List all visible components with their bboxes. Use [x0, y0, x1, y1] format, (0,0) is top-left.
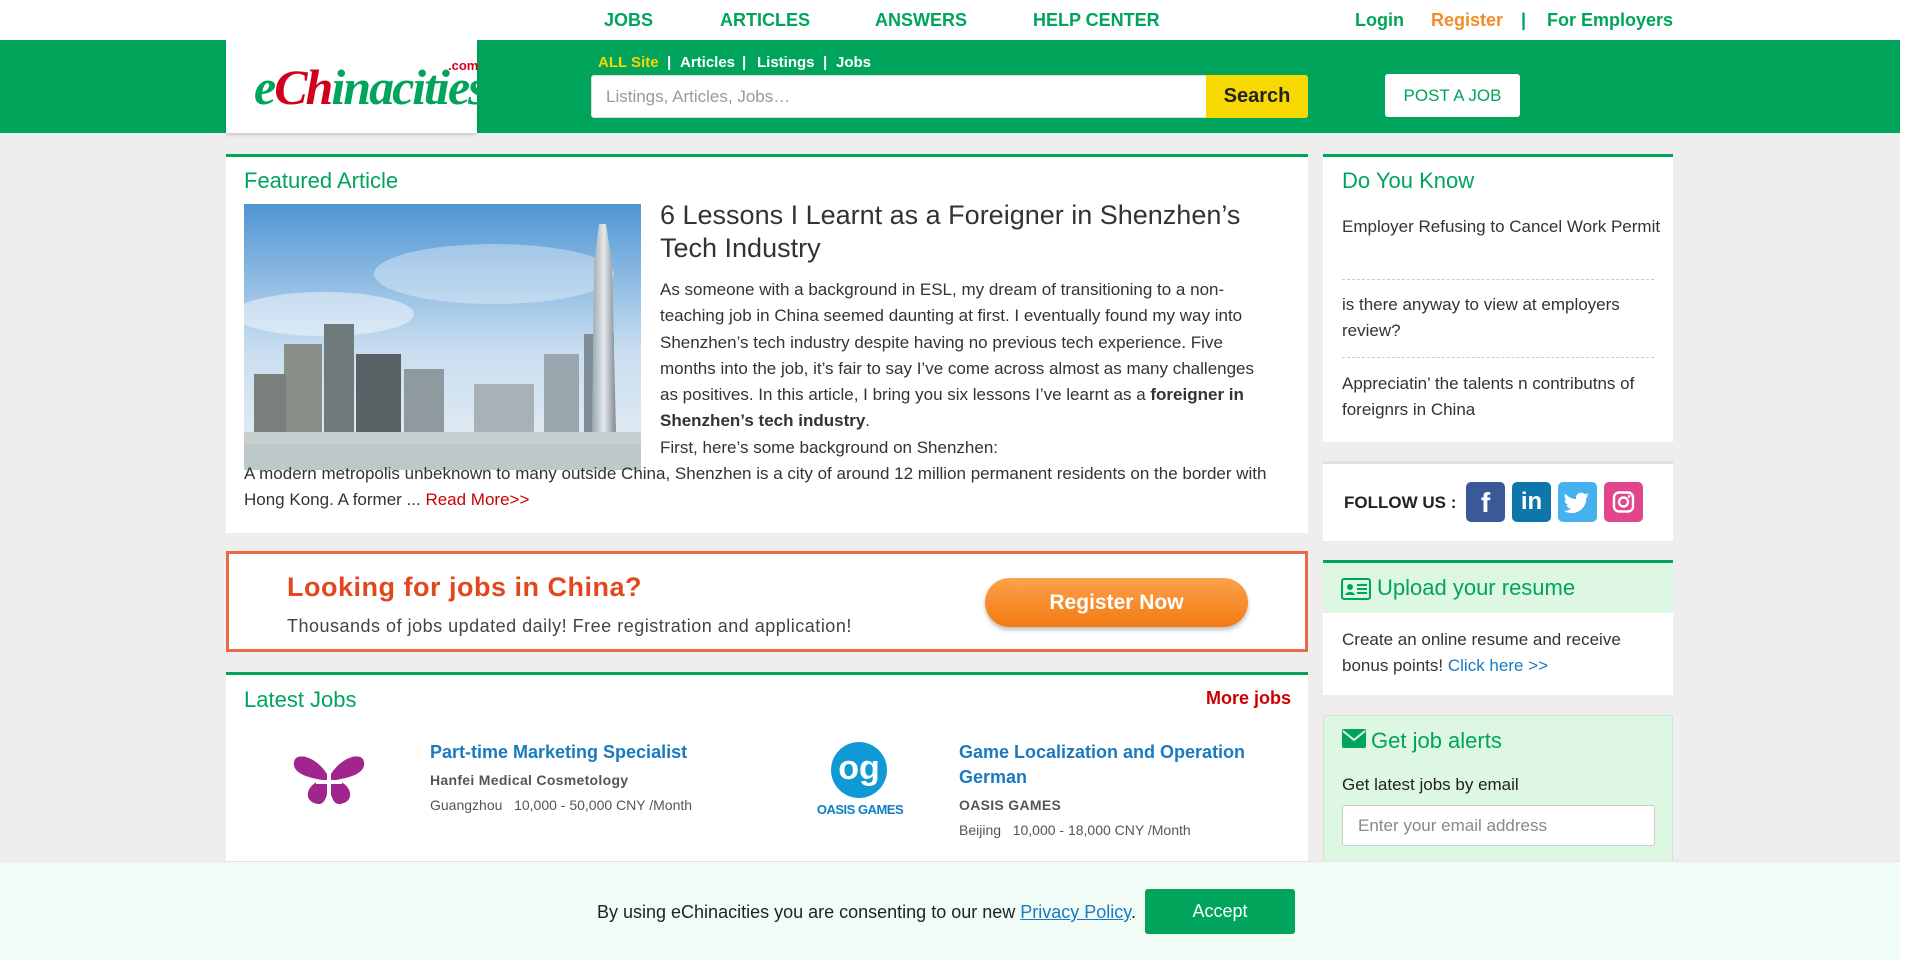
og-icon: og — [831, 742, 887, 798]
job-alerts-heading: Get job alerts — [1371, 728, 1502, 753]
nav-answers[interactable]: ANSWERS — [875, 10, 967, 31]
more-jobs-link[interactable]: More jobs — [1206, 688, 1291, 709]
job-company-1: Hanfei Medical Cosmetology — [430, 772, 629, 788]
cookie-consent-bar: By using eChinacities you are consenting… — [0, 861, 1900, 960]
upload-resume-body: Create an online resume and receive bonu… — [1323, 613, 1673, 695]
register-link[interactable]: Register — [1431, 10, 1503, 31]
scope-jobs[interactable]: Jobs — [836, 54, 871, 71]
job-alerts-text: Get latest jobs by email — [1342, 775, 1519, 794]
email-field — [1342, 805, 1655, 846]
register-now-button[interactable]: Register Now — [985, 578, 1248, 627]
logo-com: .com — [448, 58, 479, 73]
upload-resume-header[interactable]: Upload your resume — [1323, 560, 1673, 613]
register-banner[interactable]: Looking for jobs in China? Thousands of … — [226, 551, 1308, 652]
nav-jobs[interactable]: JOBS — [604, 10, 653, 31]
linkedin-icon[interactable]: in — [1512, 482, 1551, 522]
dyk-item-1[interactable]: Employer Refusing to Cancel Work Permit — [1342, 214, 1662, 240]
upload-resume-link[interactable]: Click here >> — [1448, 656, 1548, 675]
follow-us-label: FOLLOW US : — [1344, 493, 1457, 512]
hanfei-logo[interactable] — [292, 750, 366, 806]
scope-listings[interactable]: Listings — [757, 54, 815, 71]
job-company-2: OASIS GAMES — [959, 797, 1062, 813]
search-button[interactable]: Search — [1206, 75, 1308, 118]
job-title-2[interactable]: Game Localization and Operation German — [959, 740, 1279, 790]
twitter-bird-icon — [1563, 492, 1589, 514]
nav-help-center[interactable]: HELP CENTER — [1033, 10, 1160, 31]
instagram-glyph-icon — [1612, 491, 1635, 513]
butterfly-icon — [293, 756, 365, 805]
dyk-item-2[interactable]: is there anyway to view at employers rev… — [1342, 292, 1662, 344]
banner-headline: Looking for jobs in China? — [287, 572, 642, 602]
page-scrollbar[interactable] — [1900, 0, 1920, 960]
banner-subline: Thousands of jobs updated daily! Free re… — [287, 616, 852, 636]
privacy-policy-link[interactable]: Privacy Policy — [1020, 902, 1131, 922]
featured-article-heading: Featured Article — [244, 168, 399, 193]
cookie-text: By using eChinacities you are consenting… — [597, 902, 1136, 922]
upload-resume-text: Create an online resume and receive bonu… — [1342, 630, 1621, 675]
scope-separator: | — [742, 54, 747, 71]
for-employers-link[interactable]: For Employers — [1547, 10, 1673, 31]
do-you-know-heading: Do You Know — [1342, 168, 1475, 193]
job-meta-1: Guangzhou 10,000 - 50,000 CNY /Month — [430, 797, 693, 813]
auth-divider: | — [1521, 10, 1527, 30]
dyk-item-3[interactable]: Appreciatin’ the talents n contributns o… — [1342, 371, 1662, 423]
top-bar: JOBS ARTICLES ANSWERS HELP CENTER Login … — [0, 0, 1900, 40]
login-link[interactable]: Login — [1355, 10, 1404, 31]
scope-articles[interactable]: Articles — [680, 54, 735, 71]
read-more-link[interactable]: Read More>> — [425, 490, 529, 509]
scope-separator: | — [823, 54, 828, 71]
dyk-divider — [1342, 279, 1654, 280]
instagram-icon[interactable] — [1604, 482, 1643, 522]
id-card-icon — [1341, 578, 1371, 600]
scope-separator: | — [667, 54, 672, 71]
dyk-divider — [1342, 357, 1654, 358]
latest-jobs-heading: Latest Jobs — [244, 687, 357, 712]
job-title-1[interactable]: Part-time Marketing Specialist — [430, 740, 730, 765]
nav-articles[interactable]: ARTICLES — [720, 10, 810, 31]
oasis-games-logo[interactable]: og OASIS GAMES — [810, 740, 910, 820]
site-logo[interactable]: eChinacities .com — [226, 40, 488, 133]
scope-all-site[interactable]: ALL Site — [598, 54, 659, 71]
upload-resume-heading: Upload your resume — [1377, 575, 1576, 600]
job-meta-2: Beijing 10,000 - 18,000 CNY /Month — [959, 822, 1191, 838]
featured-article-title[interactable]: 6 Lessons I Learnt as a Foreigner in She… — [660, 199, 1300, 265]
search-field — [591, 75, 1207, 118]
post-a-job-button[interactable]: POST A JOB — [1385, 74, 1520, 117]
email-input[interactable] — [1343, 806, 1654, 845]
search-input[interactable] — [592, 76, 1206, 117]
oasis-logo-caption: OASIS GAMES — [816, 802, 904, 817]
facebook-icon[interactable]: f — [1466, 482, 1505, 522]
accept-cookies-button[interactable]: Accept — [1145, 889, 1295, 934]
envelope-icon — [1342, 729, 1366, 748]
featured-article-excerpt: As someone with a background in ESL, my … — [244, 280, 1267, 510]
twitter-icon[interactable] — [1558, 482, 1597, 522]
